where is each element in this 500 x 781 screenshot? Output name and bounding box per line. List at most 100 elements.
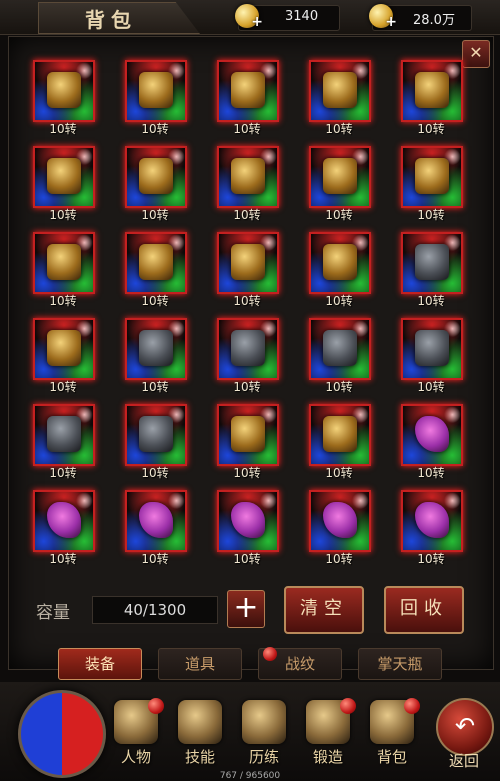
equipment-icon <box>47 330 81 366</box>
item-slot[interactable]: 10转 <box>122 490 188 572</box>
equipment-icon <box>139 416 173 452</box>
item-slot[interactable]: 10转 <box>306 232 372 314</box>
back-arrow-icon: ↶ <box>436 698 494 756</box>
item-level-label: 10转 <box>325 122 353 136</box>
equipment-icon <box>139 158 173 194</box>
equipment-icon <box>415 244 449 280</box>
top-bar: 背包 + 3140 + 28.0万 <box>0 0 500 35</box>
item-frame <box>309 146 371 208</box>
item-slot[interactable]: 10转 <box>398 404 464 486</box>
item-level-label: 10转 <box>141 122 169 136</box>
item-slot[interactable]: 10转 <box>122 404 188 486</box>
item-slot[interactable]: 10转 <box>306 60 372 142</box>
gold-coin-display[interactable]: + 3140 <box>235 4 340 31</box>
tab-battle-runes[interactable]: 战纹 <box>258 647 342 680</box>
item-slot[interactable]: 10转 <box>30 232 96 314</box>
dock-training[interactable]: 历练 <box>234 700 294 770</box>
item-slot[interactable]: 10转 <box>122 146 188 228</box>
dock-skills[interactable]: 技能 <box>170 700 230 770</box>
equipment-icon <box>47 416 81 452</box>
page-title: 背包 <box>85 8 137 32</box>
item-frame <box>401 490 463 552</box>
back-button[interactable]: ↶ 返回 <box>432 696 496 770</box>
gold-coin-plus-icon[interactable]: + <box>235 4 263 30</box>
capacity-bar: 容量 40/1300 + 清空 回收 <box>20 582 480 634</box>
item-slot[interactable]: 10转 <box>122 318 188 400</box>
clear-button[interactable]: 清空 <box>284 586 364 634</box>
item-slot[interactable]: 10转 <box>214 318 280 400</box>
item-slot[interactable]: 10转 <box>398 490 464 572</box>
dock-forge[interactable]: 锻造 <box>298 698 358 770</box>
equipment-icon <box>47 244 81 280</box>
item-frame <box>401 318 463 380</box>
item-slot[interactable]: 10转 <box>306 404 372 486</box>
item-slot[interactable]: 10转 <box>122 232 188 314</box>
item-slot[interactable]: 10转 <box>306 146 372 228</box>
expand-capacity-button[interactable]: + <box>227 590 265 628</box>
tab-equipment[interactable]: 装备 <box>58 648 142 680</box>
equipment-icon <box>231 158 265 194</box>
equipment-icon <box>139 330 173 366</box>
item-slot[interactable]: 10转 <box>30 146 96 228</box>
item-frame <box>217 232 279 294</box>
item-level-label: 10转 <box>325 208 353 222</box>
dock-label: 锻造 <box>312 748 343 766</box>
item-frame <box>125 60 187 122</box>
item-slot[interactable]: 10转 <box>306 318 372 400</box>
item-level-label: 10转 <box>141 466 169 480</box>
item-frame <box>33 232 95 294</box>
item-level-label: 10转 <box>417 552 445 566</box>
item-slot[interactable]: 10转 <box>30 490 96 572</box>
hp-mp-orb <box>18 690 106 778</box>
tab-heaven-bottle[interactable]: 掌天瓶 <box>358 648 442 680</box>
item-level-label: 10转 <box>49 380 77 394</box>
item-slot[interactable]: 10转 <box>214 404 280 486</box>
item-frame <box>217 490 279 552</box>
gold-coin-value: 3140 <box>285 9 319 24</box>
item-level-label: 10转 <box>141 208 169 222</box>
item-frame <box>217 404 279 466</box>
item-level-label: 10转 <box>141 294 169 308</box>
dock-label: 背包 <box>376 748 407 766</box>
item-level-label: 10转 <box>49 552 77 566</box>
item-slot[interactable]: 10转 <box>214 232 280 314</box>
dock-bag[interactable]: 背包 <box>362 698 422 770</box>
item-frame <box>217 60 279 122</box>
item-level-label: 10转 <box>233 380 261 394</box>
item-slot[interactable]: 10转 <box>214 146 280 228</box>
item-slot[interactable]: 10转 <box>122 60 188 142</box>
item-slot[interactable]: 10转 <box>398 232 464 314</box>
close-button[interactable]: ✕ <box>462 40 490 68</box>
item-frame <box>33 490 95 552</box>
equipment-icon <box>323 416 357 452</box>
item-frame <box>33 146 95 208</box>
item-slot[interactable]: 10转 <box>398 318 464 400</box>
item-frame <box>309 232 371 294</box>
item-slot[interactable]: 10转 <box>30 60 96 142</box>
capacity-value: 40/1300 <box>92 596 218 624</box>
item-level-label: 10转 <box>417 294 445 308</box>
exp-counter: 767 / 965600 <box>219 771 281 781</box>
tab-items[interactable]: 道具 <box>158 648 242 680</box>
item-frame <box>217 146 279 208</box>
item-frame <box>401 60 463 122</box>
item-frame <box>309 404 371 466</box>
dock-character[interactable]: 人物 <box>106 698 166 770</box>
item-slot[interactable]: 10转 <box>214 60 280 142</box>
item-frame <box>125 404 187 466</box>
gold-ingot-display[interactable]: + 28.0万 <box>369 4 472 31</box>
item-slot[interactable]: 10转 <box>214 490 280 572</box>
item-frame <box>125 232 187 294</box>
gold-ingot-plus-icon[interactable]: + <box>369 4 397 30</box>
item-slot[interactable]: 10转 <box>398 60 464 142</box>
equipment-icon <box>323 244 357 280</box>
item-slot[interactable]: 10转 <box>30 318 96 400</box>
item-slot[interactable]: 10转 <box>306 490 372 572</box>
item-level-label: 10转 <box>417 380 445 394</box>
item-level-label: 10转 <box>141 380 169 394</box>
equipment-icon <box>323 158 357 194</box>
recycle-button[interactable]: 回收 <box>384 586 464 634</box>
item-level-label: 10转 <box>233 208 261 222</box>
item-slot[interactable]: 10转 <box>398 146 464 228</box>
item-slot[interactable]: 10转 <box>30 404 96 486</box>
